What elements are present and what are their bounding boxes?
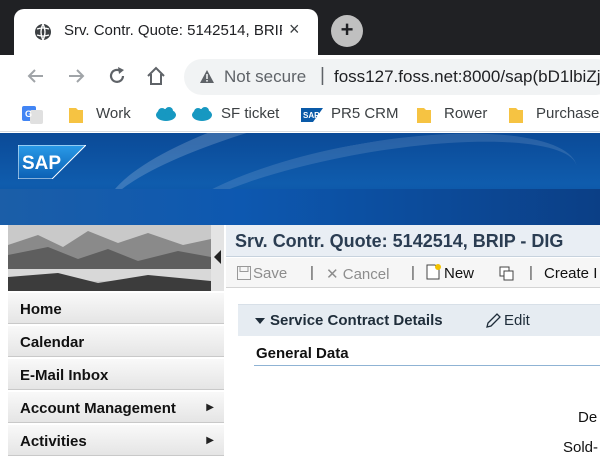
bookmark-label: Purchase xyxy=(536,105,600,122)
sap-logo: SAP xyxy=(18,145,86,179)
globe-icon xyxy=(35,23,51,41)
svg-text:SAP: SAP xyxy=(303,111,320,120)
new-tab-button[interactable]: + xyxy=(331,15,363,47)
url-separator: | xyxy=(320,65,325,86)
tab-close-icon[interactable]: × xyxy=(289,19,300,40)
tab-title: Srv. Contr. Quote: 5142514, BRIP xyxy=(64,22,282,39)
bookmark-label: Rower xyxy=(444,105,488,122)
salesforce-icon xyxy=(156,107,176,121)
nav-item-email-inbox[interactable]: E-Mail Inbox xyxy=(8,359,224,390)
forward-arrow-icon[interactable] xyxy=(66,66,86,86)
cancel-button[interactable]: ✕ Cancel xyxy=(326,265,389,283)
page-title: Srv. Contr. Quote: 5142514, BRIP - DIG xyxy=(226,225,600,257)
folder-icon xyxy=(509,108,523,123)
field-label: Sold- xyxy=(563,439,599,456)
pencil-icon xyxy=(486,313,501,328)
back-arrow-icon[interactable] xyxy=(26,66,46,86)
nav-item-label: E-Mail Inbox xyxy=(20,367,109,384)
save-icon xyxy=(237,266,251,280)
google-translate-icon: G xyxy=(22,106,43,124)
warning-icon[interactable] xyxy=(199,69,215,84)
nav-item-label: Home xyxy=(20,301,62,318)
toolbar-divider: | xyxy=(411,264,415,281)
collapse-arrow-icon xyxy=(214,250,221,264)
nav-item-activities[interactable]: Activities ▶ xyxy=(8,425,224,456)
nav-item-home[interactable]: Home xyxy=(8,293,224,324)
field-label: De xyxy=(578,409,598,426)
svg-text:SAP: SAP xyxy=(22,153,61,174)
browser-tab[interactable]: Srv. Contr. Quote: 5142514, BRIP × xyxy=(14,9,318,55)
not-secure-label: Not secure xyxy=(224,67,307,86)
bookmarks-bar: G Work SF ticket SAP PR5 CRM Rower Purch… xyxy=(0,98,600,132)
service-contract-details-header[interactable]: Service Contract Details Edit xyxy=(238,304,600,336)
home-icon[interactable] xyxy=(145,65,167,87)
nav-item-account-management[interactable]: Account Management ▶ xyxy=(8,392,224,423)
browser-tab-strip: Srv. Contr. Quote: 5142514, BRIP × + xyxy=(0,0,600,55)
bookmark-label: SF ticket xyxy=(221,105,280,122)
new-document-icon xyxy=(426,264,441,280)
submenu-arrow-icon: ▶ xyxy=(206,435,214,446)
nav-item-label: Calendar xyxy=(20,334,85,351)
action-toolbar: Save | ✕ Cancel | New | Create I xyxy=(226,258,600,288)
navigation-bar: Home Calendar E-Mail Inbox Account Manag… xyxy=(8,293,224,458)
cancel-label: Cancel xyxy=(342,266,390,283)
edit-link[interactable]: Edit xyxy=(504,312,530,329)
address-bar[interactable]: Not secure | foss127.foss.net:8000/sap(b… xyxy=(184,59,600,95)
nav-item-calendar[interactable]: Calendar xyxy=(8,326,224,357)
url-text[interactable]: foss127.foss.net:8000/sap(bD1lbiZj xyxy=(334,67,600,87)
save-button[interactable]: Save xyxy=(253,265,287,282)
folder-icon xyxy=(417,108,431,123)
bookmark-label: Work xyxy=(96,105,131,122)
bookmark-label: PR5 CRM xyxy=(331,105,399,122)
create-button[interactable]: Create I xyxy=(544,265,597,282)
nav-item-label: Activities xyxy=(20,433,87,450)
salesforce-icon xyxy=(192,107,212,121)
cancel-icon: ✕ xyxy=(326,266,339,283)
sap-header-banner: SAP xyxy=(0,133,600,225)
svg-text:G: G xyxy=(25,109,32,119)
toolbar-divider: | xyxy=(529,264,533,281)
section-title: Service Contract Details xyxy=(270,312,443,329)
landscape-image xyxy=(8,225,211,291)
nav-item-label: Account Management xyxy=(20,400,176,417)
general-data-divider xyxy=(254,365,600,366)
collapse-triangle-icon[interactable] xyxy=(255,318,265,324)
banner-stripe xyxy=(0,189,600,225)
new-button[interactable]: New xyxy=(444,265,474,282)
general-data-heading: General Data xyxy=(256,345,349,362)
folder-icon xyxy=(69,108,83,123)
main-content: Srv. Contr. Quote: 5142514, BRIP - DIG S… xyxy=(226,225,600,469)
browser-toolbar: Not secure | foss127.foss.net:8000/sap(b… xyxy=(0,55,600,98)
toolbar-divider: | xyxy=(310,264,314,281)
copy-icon[interactable] xyxy=(499,266,515,281)
reload-icon[interactable] xyxy=(106,65,128,87)
submenu-arrow-icon: ▶ xyxy=(206,402,214,413)
sap-icon: SAP xyxy=(301,108,323,122)
